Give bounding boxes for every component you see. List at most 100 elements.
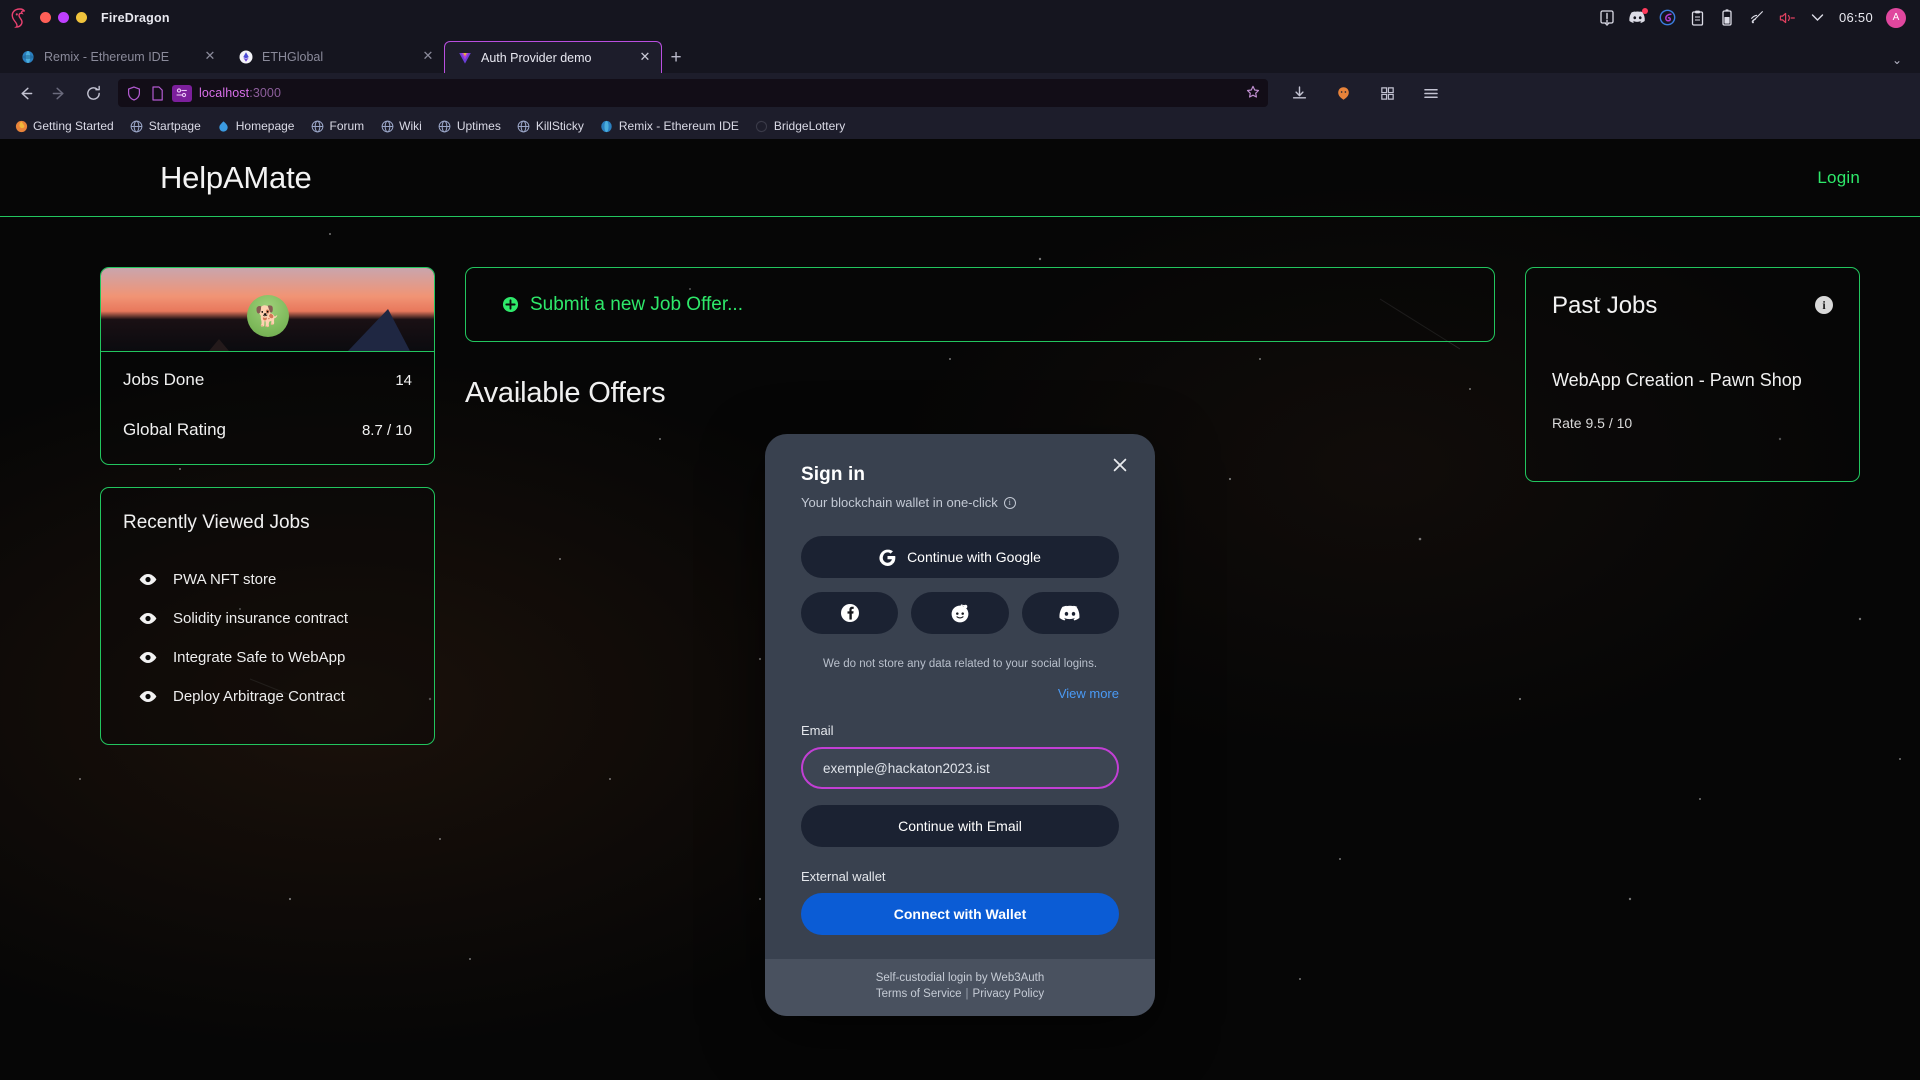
continue-with-email-button[interactable]: Continue with Email — [801, 805, 1119, 847]
submit-job-offer-label: Submit a new Job Offer... — [530, 293, 743, 315]
bookmark-star-icon[interactable] — [1246, 85, 1260, 102]
extension-fox-icon[interactable] — [1328, 78, 1358, 108]
wifi-icon[interactable] — [1749, 9, 1766, 26]
maximize-window-button[interactable] — [76, 12, 87, 23]
bookmark-bridgelottery[interactable]: BridgeLottery — [749, 117, 851, 135]
bookmark-startpage[interactable]: Startpage — [124, 117, 207, 135]
close-icon[interactable] — [1107, 452, 1133, 478]
hill-decoration — [209, 339, 229, 351]
stat-label: Global Rating — [123, 420, 227, 439]
chevron-down-icon[interactable] — [1809, 9, 1826, 26]
tab-ethglobal[interactable]: ETHGlobal ✕ — [226, 41, 444, 73]
menu-icon[interactable] — [1416, 78, 1446, 108]
reload-icon[interactable] — [78, 78, 108, 108]
continue-with-google-button[interactable]: Continue with Google — [801, 536, 1119, 578]
bookmark-label: Uptimes — [456, 119, 501, 133]
eye-icon — [139, 651, 157, 664]
past-job-rate: Rate 9.5 / 10 — [1552, 415, 1633, 431]
view-more-link[interactable]: View more — [801, 686, 1119, 701]
info-icon[interactable]: i — [1815, 296, 1833, 314]
bookmark-label: Getting Started — [33, 119, 114, 133]
globe-icon — [438, 119, 452, 133]
globe-icon — [517, 119, 531, 133]
water-drop-icon — [217, 119, 231, 133]
battery-icon[interactable] — [1719, 9, 1736, 26]
google-icon — [879, 549, 896, 566]
bookmark-label: Remix - Ethereum IDE — [618, 119, 739, 133]
tab-strip: Remix - Ethereum IDE ✕ ETHGlobal ✕ Auth … — [0, 35, 1920, 73]
firefox-icon — [14, 119, 28, 133]
social-fineprint: We do not store any data related to your… — [822, 658, 1098, 670]
stat-label: Jobs Done — [123, 370, 205, 389]
bookmark-uptimes[interactable]: Uptimes — [432, 117, 507, 135]
external-wallet-label: External wallet — [801, 869, 886, 884]
modal-body: Sign in Your blockchain wallet in one-cl… — [765, 434, 1155, 959]
footer-attribution: Self-custodial login by Web3Auth — [875, 972, 1045, 984]
info-icon[interactable]: i — [1003, 496, 1016, 509]
download-icon[interactable] — [1284, 78, 1314, 108]
system-tray: 06:50 A — [1599, 7, 1910, 28]
connect-with-wallet-button[interactable]: Connect with Wallet — [801, 893, 1119, 935]
close-window-button[interactable] — [40, 12, 51, 23]
submit-job-offer-button[interactable]: Submit a new Job Offer... — [465, 267, 1495, 342]
alert-icon[interactable] — [1599, 9, 1616, 26]
new-tab-button[interactable]: + — [662, 43, 690, 73]
list-item[interactable]: Solidity insurance contract — [123, 599, 412, 638]
eye-icon — [139, 690, 157, 703]
bookmark-label: KillSticky — [535, 119, 584, 133]
list-item[interactable]: PWA NFT store — [123, 560, 412, 599]
tab-title: Auth Provider demo — [481, 50, 592, 65]
reddit-login-button[interactable] — [911, 592, 1009, 634]
list-item[interactable]: Integrate Safe to WebApp — [123, 638, 412, 677]
globe-icon — [310, 119, 324, 133]
avatar[interactable]: 🐕 — [246, 295, 289, 337]
terms-of-service-link[interactable]: Terms of Service — [876, 988, 962, 1000]
back-arrow-icon[interactable] — [10, 78, 40, 108]
page-info-icon[interactable] — [149, 85, 165, 101]
bookmark-forum[interactable]: Forum — [304, 117, 370, 135]
sign-in-modal: Sign in Your blockchain wallet in one-cl… — [765, 434, 1155, 1016]
tab-auth-provider-demo[interactable]: Auth Provider demo ✕ — [444, 41, 662, 73]
extensions-icon[interactable] — [1372, 78, 1402, 108]
login-button[interactable]: Login — [1817, 168, 1860, 188]
email-field[interactable] — [801, 747, 1119, 789]
clipboard-icon[interactable] — [1689, 9, 1706, 26]
discord-icon[interactable] — [1629, 8, 1648, 26]
privacy-policy-link[interactable]: Privacy Policy — [973, 988, 1045, 1000]
social-login-row — [801, 592, 1119, 634]
card-title: Past Jobs — [1552, 292, 1658, 319]
bookmark-remix[interactable]: Remix - Ethereum IDE — [594, 117, 745, 135]
list-item[interactable]: Deploy Arbitrage Contract — [123, 677, 412, 716]
facebook-icon — [840, 603, 860, 623]
past-job-title: WebApp Creation - Pawn Shop — [1552, 370, 1802, 390]
bookmark-homepage[interactable]: Homepage — [211, 117, 301, 135]
tab-remix[interactable]: Remix - Ethereum IDE ✕ — [8, 41, 226, 73]
modal-title: Sign in — [801, 464, 866, 485]
close-icon[interactable]: ✕ — [420, 49, 436, 65]
footer-legal-links: Terms of Service | Privacy Policy — [765, 988, 1155, 1000]
bookmark-wiki[interactable]: Wiki — [374, 117, 428, 135]
address-bar[interactable]: localhost:3000 — [118, 79, 1268, 107]
stat-global-rating: Global Rating 8.7 / 10 — [101, 408, 434, 464]
blank-icon — [755, 119, 769, 133]
forward-arrow-icon[interactable] — [44, 78, 74, 108]
bookmark-getting-started[interactable]: Getting Started — [8, 117, 120, 135]
avatar[interactable]: A — [1886, 7, 1906, 28]
facebook-login-button[interactable] — [801, 592, 899, 634]
chevron-down-icon[interactable]: ⌄ — [1882, 53, 1912, 67]
bookmark-killsticky[interactable]: KillSticky — [511, 117, 590, 135]
card-title: Recently Viewed Jobs — [123, 512, 310, 533]
reader-mode-icon[interactable] — [172, 84, 192, 102]
minimize-window-button[interactable] — [58, 12, 69, 23]
bookmark-label: BridgeLottery — [773, 119, 846, 133]
navigation-toolbar: localhost:3000 — [0, 73, 1920, 113]
shield-icon[interactable] — [126, 85, 142, 101]
close-icon[interactable]: ✕ — [637, 49, 653, 66]
close-icon[interactable]: ✕ — [202, 49, 218, 65]
tab-strip-right: ⌄ — [1882, 53, 1912, 73]
volume-icon[interactable] — [1779, 9, 1796, 26]
discord-login-button[interactable] — [1021, 592, 1119, 634]
sync-icon[interactable] — [1659, 9, 1676, 26]
window-controls[interactable] — [40, 12, 87, 23]
past-jobs-card: Past Jobs i WebApp Creation - Pawn Shop … — [1525, 267, 1860, 482]
